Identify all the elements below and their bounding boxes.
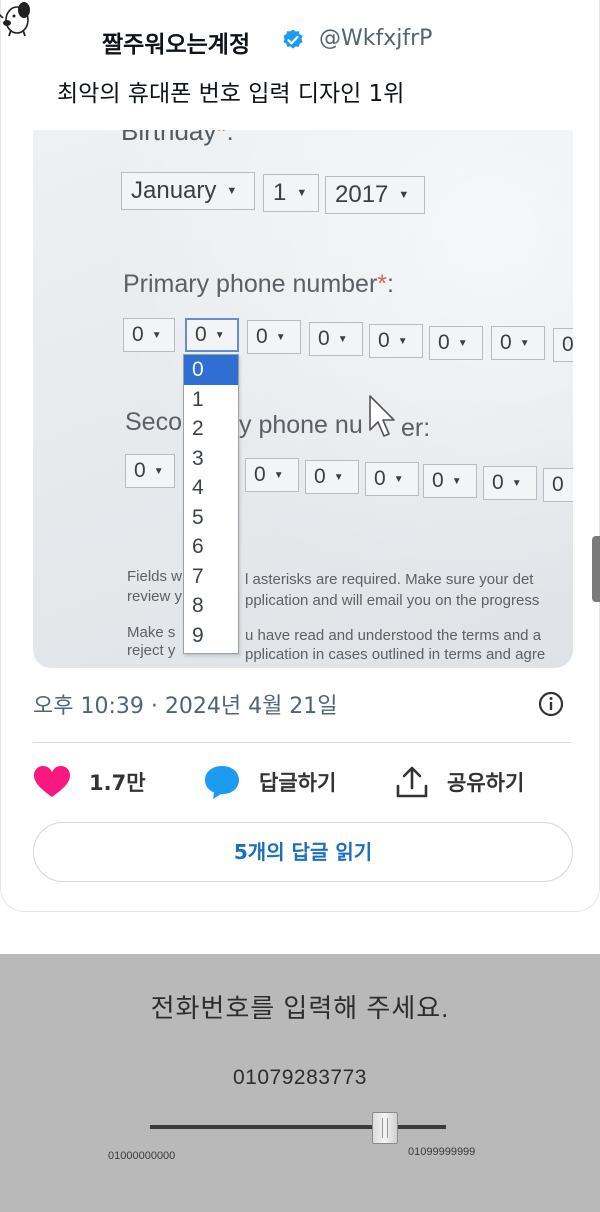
reply-button[interactable]: 답글하기 [203,762,336,802]
dropdown-option: 9 [192,623,204,647]
dropdown-option: 6 [192,535,204,558]
snoopy-avatar-icon[interactable] [0,0,37,38]
secondary-phone-label-left: Seco [125,408,182,436]
like-count: 1.7만 [89,771,146,795]
speech-bubble-icon [205,766,239,799]
fine-print-line: Fields w [127,568,183,585]
primary-digit-select-focused: 0 ▼ [185,318,239,352]
reply-label: 답글하기 [259,771,337,795]
secondary-digit-select: 0▼ [483,466,537,500]
fine-print-line: reject y [127,642,176,659]
secondary-digit-select: 0▼ [423,464,477,498]
mouse-pointer-icon [369,395,395,437]
heart-icon [34,766,70,797]
verified-badge-icon [283,29,303,49]
secondary-digit-select: 0▼ [245,458,299,492]
primary-digit-select: 0▼ [429,326,483,360]
primary-digit-select: 0▼ [491,326,545,360]
fine-print-line: pplication in cases outlined in terms an… [245,646,546,663]
share-button[interactable]: 공유하기 [395,762,524,802]
dropdown-option: 8 [192,594,204,617]
dropdown-option: 5 [192,505,204,529]
birthday-year-select: 2017 ▼ [325,176,425,214]
primary-digit-select: 0▼ [123,318,175,352]
primary-phone-label: Primary phone number*: [123,270,394,298]
info-icon[interactable] [537,690,565,718]
secondary-digit-select: 0▼ [305,460,359,494]
tweet-card: 짤주워오는계정 @WkfxjfrP 최악의 휴대폰 번호 입력 디자인 1위 B… [0,0,600,912]
birthday-month-select: January ▼ [121,172,255,210]
primary-digit-select: 0▼ [369,324,423,358]
birthday-day-select: 1 ▼ [263,174,319,212]
dropdown-option: 1 [192,387,204,411]
slider-max-label: 01099999999 [408,1146,476,1158]
primary-digit-select: 0▼ [553,328,573,362]
dropdown-option: 7 [192,564,204,588]
tweet-actions: 1.7만 답글하기 공유하기 [33,762,573,802]
dropdown-option-selected: 0 [184,355,238,385]
share-label: 공유하기 [447,771,525,795]
share-upload-icon [396,766,428,798]
dropdown-option: 4 [192,476,204,499]
phone-slider-thumb[interactable] [371,1112,398,1144]
primary-digit-select: 0▼ [247,320,301,354]
display-name[interactable]: 짤주워오는계정 [102,25,250,59]
secondary-digit-select: 0▼ [543,468,573,502]
fine-print-line: pplication and will email you on the pro… [245,592,540,609]
tweet-text: 최악의 휴대폰 번호 입력 디자인 1위 [57,81,405,107]
user-handle[interactable]: @WkfxjfrP [319,26,432,51]
read-replies-button[interactable]: 5개의 답글 읽기 [33,822,573,882]
phone-slider-track[interactable] [150,1125,446,1129]
fine-print-line: l asterisks are required. Make sure your… [245,571,534,588]
slider-title: 전화번호를 입력해 주세요. [150,993,450,1023]
like-button[interactable]: 1.7만 [33,762,146,802]
fine-print-line: review y [127,588,183,605]
slider-min-label: 01000000000 [108,1150,176,1162]
slider-value: 01079283773 [233,1066,367,1089]
dropdown-option: 2 [192,417,204,440]
digit-dropdown-list: 0 1 2 3 4 5 6 7 8 9 [183,354,239,654]
tweet-timestamp[interactable]: 오후 10:39 · 2024년 4월 21일 [33,688,338,720]
secondary-digit-select: 0▼ [365,462,419,496]
scroll-edge-handle[interactable] [592,536,600,602]
birthday-label: Birthday*: [121,130,234,146]
divider [33,742,571,743]
secondary-digit-select: 0▼ [125,454,175,488]
phone-slider-panel: 전화번호를 입력해 주세요. 01079283773 01000000000 0… [0,954,600,1212]
secondary-phone-label-end: er: [401,414,431,442]
fine-print-line: Make s [127,624,176,641]
fine-print-line: u have read and understood the terms and… [245,627,542,644]
secondary-phone-label-mid: y phone nu [239,411,363,439]
dropdown-option: 3 [192,446,204,470]
primary-digit-select: 0▼ [309,322,363,356]
tweet-photo[interactable]: Birthday*: January ▼ 1 ▼ 2017 ▼ Primary pho… [33,130,573,668]
